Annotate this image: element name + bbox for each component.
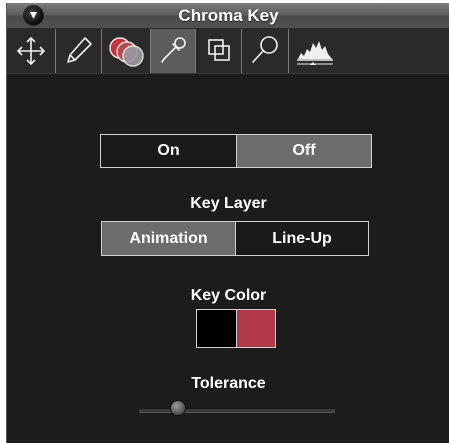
- key-color-swatch-red[interactable]: [236, 309, 276, 348]
- chroma-key-tool-button[interactable]: [102, 29, 151, 73]
- panel-title: Chroma Key: [178, 6, 279, 25]
- tolerance-label: Tolerance: [191, 375, 266, 392]
- key-layer-label: Key Layer: [190, 195, 267, 212]
- key-layer-lineup-button[interactable]: Line-Up: [235, 221, 369, 256]
- key-layer-animation-button[interactable]: Animation: [101, 221, 235, 256]
- title-bar: Chroma Key: [7, 3, 449, 29]
- toolbar: [7, 29, 449, 74]
- on-button[interactable]: On: [100, 134, 236, 168]
- move-arrows-icon: [16, 36, 46, 66]
- magnify-tool-button[interactable]: [242, 29, 289, 73]
- move-tool-button[interactable]: [7, 29, 56, 73]
- key-color-label: Key Color: [190, 287, 267, 304]
- eyedropper-icon: [161, 37, 186, 63]
- histogram-tool-button[interactable]: [289, 29, 341, 73]
- histogram-icon: [297, 41, 333, 65]
- off-button[interactable]: Off: [236, 134, 372, 168]
- pencil-icon: [67, 37, 92, 63]
- tolerance-slider-track[interactable]: [139, 408, 335, 413]
- magnifier-icon: [252, 36, 278, 63]
- pencil-tool-button[interactable]: [56, 29, 102, 73]
- chroma-circles-icon: [109, 37, 144, 67]
- overlapping-squares-icon: [208, 39, 230, 61]
- key-color-swatch-black[interactable]: [196, 309, 236, 348]
- chroma-key-panel: Chroma Key On Off Key Layer Animation Li…: [6, 3, 449, 443]
- layers-tool-button[interactable]: [196, 29, 242, 73]
- eyedropper-tool-button[interactable]: [151, 29, 196, 73]
